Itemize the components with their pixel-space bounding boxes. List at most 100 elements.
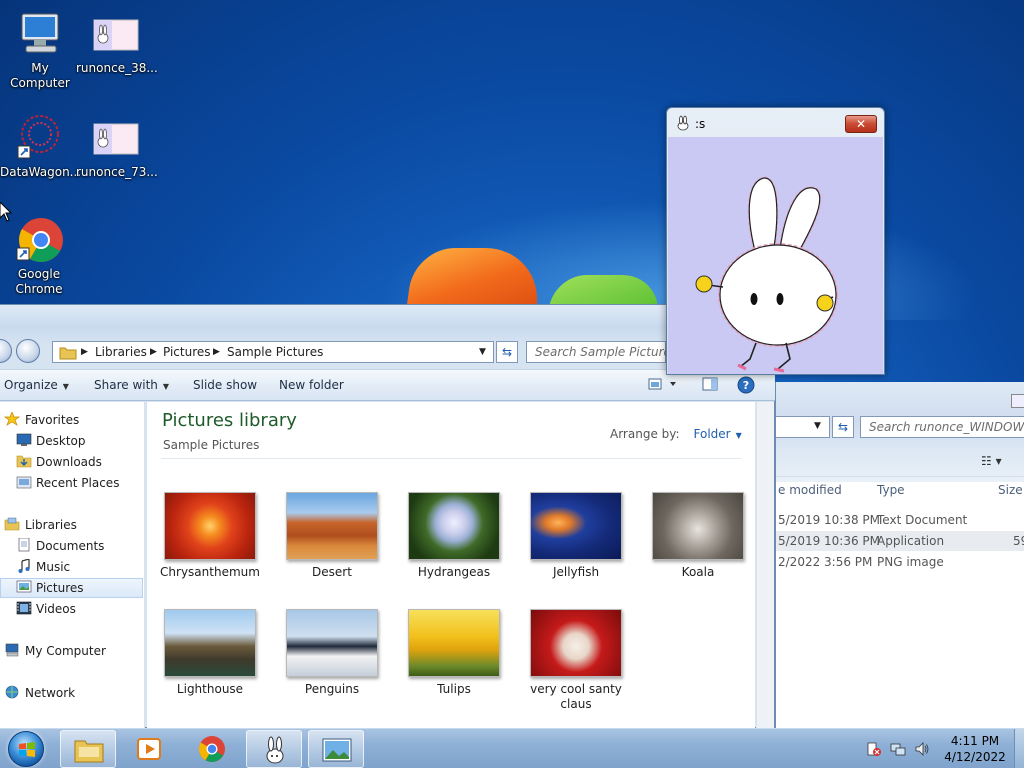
refresh-button[interactable]: ⇆ xyxy=(832,416,854,438)
nav-documents[interactable]: Documents xyxy=(0,536,143,556)
desktop-icon-label: My Computer xyxy=(10,61,70,90)
nav-pictures[interactable]: Pictures xyxy=(0,578,143,598)
bunny-window[interactable]: :s ✕ xyxy=(666,107,885,375)
breadcrumb-libraries[interactable]: Libraries xyxy=(95,345,147,359)
picture-item-very-cool-santy-claus[interactable]: very cool santy claus xyxy=(521,609,631,712)
picture-label: Penguins xyxy=(304,682,360,696)
taskbar: 4:11 PM 4/12/2022 xyxy=(0,728,1024,768)
column-type[interactable]: Type xyxy=(877,483,905,497)
picture-label: Jellyfish xyxy=(552,565,600,579)
desktop-icon-label: runonce_38... xyxy=(76,61,158,75)
close-button[interactable]: ✕ xyxy=(845,115,877,133)
videos-icon xyxy=(16,601,32,615)
vertical-scrollbar[interactable] xyxy=(756,402,774,728)
arrange-by-label: Arrange by: xyxy=(610,427,680,441)
picture-thumbnail xyxy=(286,492,378,560)
forward-button[interactable] xyxy=(16,339,40,363)
address-bar[interactable]: ▶ Libraries ▶ Pictures ▶ Sample Pictures… xyxy=(52,341,494,363)
desktop-icon-runonce-38[interactable]: runonce_38... xyxy=(76,10,158,76)
taskbar-bunny-button[interactable] xyxy=(246,730,302,768)
organize-menu[interactable]: Organize ▼ xyxy=(4,378,69,392)
taskbar-chrome-button[interactable] xyxy=(184,730,240,768)
taskbar-media-player-button[interactable] xyxy=(122,730,178,768)
file-row-type[interactable]: PNG image xyxy=(877,555,944,569)
desktop-icon-datawagon[interactable]: DataWagon... xyxy=(0,114,82,180)
desktop-icon-google-chrome[interactable]: Google Chrome xyxy=(0,216,78,297)
mouse-cursor-icon xyxy=(0,202,12,222)
column-date-modified[interactable]: e modified xyxy=(778,483,842,497)
network-icon[interactable] xyxy=(890,741,906,757)
nav-my-computer[interactable]: My Computer xyxy=(0,641,143,661)
file-row-date[interactable]: 5/2019 10:36 PM xyxy=(778,534,880,548)
file-row-date[interactable]: 5/2019 10:38 PM xyxy=(778,513,880,527)
breadcrumb-separator-icon: ▶ xyxy=(150,347,157,357)
file-row-size[interactable]: 59 xyxy=(1013,534,1024,548)
picture-item-jellyfish[interactable]: Jellyfish xyxy=(521,492,631,580)
breadcrumb-pictures[interactable]: Pictures xyxy=(163,345,211,359)
music-icon xyxy=(16,558,32,573)
media-player-icon xyxy=(137,738,161,760)
picture-item-hydrangeas[interactable]: Hydrangeas xyxy=(399,492,509,580)
help-icon[interactable]: ? xyxy=(737,376,755,397)
breadcrumb-sample-pictures[interactable]: Sample Pictures xyxy=(227,345,323,359)
action-center-icon[interactable] xyxy=(866,741,882,757)
explorer-window-runonce[interactable]: ▼ ⇆ Search runonce_WINDOWS ☷ ▾ e modifie… xyxy=(775,382,1024,728)
show-desktop-button[interactable] xyxy=(1014,729,1024,768)
desktop-icon-my-computer[interactable]: My Computer xyxy=(0,10,80,91)
search-input[interactable]: Search runonce_WINDOWS xyxy=(860,416,1024,438)
volume-icon[interactable] xyxy=(914,741,930,757)
taskbar-explorer-button[interactable] xyxy=(60,730,116,768)
start-button[interactable] xyxy=(8,731,44,767)
address-bar[interactable]: ▼ xyxy=(776,416,830,438)
picture-item-lighthouse[interactable]: Lighthouse xyxy=(155,609,265,697)
picture-item-tulips[interactable]: Tulips xyxy=(399,609,509,697)
nav-desktop[interactable]: Desktop xyxy=(0,431,143,451)
column-size[interactable]: Size xyxy=(998,483,1023,497)
file-row-date[interactable]: 2/2022 3:56 PM xyxy=(778,555,872,569)
nav-music[interactable]: Music xyxy=(0,557,143,577)
chevron-down-icon[interactable]: ▼ xyxy=(814,421,821,431)
picture-item-penguins[interactable]: Penguins xyxy=(277,609,387,697)
nav-recent-places[interactable]: Recent Places xyxy=(0,473,143,493)
preview-pane-icon[interactable] xyxy=(702,377,718,394)
breadcrumb-separator-icon: ▶ xyxy=(81,347,88,357)
change-view-icon[interactable] xyxy=(648,377,678,394)
divider xyxy=(161,458,741,459)
nav-favorites[interactable]: Favorites xyxy=(0,410,143,430)
search-input[interactable]: Search Sample Pictures xyxy=(526,341,677,363)
nav-libraries[interactable]: Libraries xyxy=(0,515,143,535)
system-clock[interactable]: 4:11 PM 4/12/2022 xyxy=(940,733,1010,765)
back-button[interactable] xyxy=(0,339,12,363)
clock-date: 4/12/2022 xyxy=(944,750,1006,764)
view-options-icon[interactable]: ☷ ▾ xyxy=(981,454,1002,468)
picture-item-koala[interactable]: Koala xyxy=(643,492,753,580)
search-placeholder: Search runonce_WINDOWS xyxy=(869,420,1024,434)
share-with-menu[interactable]: Share with ▼ xyxy=(94,378,169,392)
taskbar-photo-viewer-button[interactable] xyxy=(308,730,364,768)
arrange-by[interactable]: Arrange by: Folder ▼ xyxy=(610,427,742,441)
new-folder-button[interactable]: New folder xyxy=(279,378,344,392)
desktop-icon-runonce-73[interactable]: runonce_73... xyxy=(76,114,158,180)
picture-item-desert[interactable]: Desert xyxy=(277,492,387,580)
desktop-icon-label: DataWagon... xyxy=(0,165,82,179)
picture-thumbnail xyxy=(408,609,500,677)
chevron-down-icon[interactable]: ▼ xyxy=(479,347,486,357)
picture-item-chrysanthemum[interactable]: Chrysanthemum xyxy=(155,492,265,580)
bunny-illustration xyxy=(695,176,838,373)
chevron-down-icon[interactable]: ▼ xyxy=(736,431,742,440)
chevron-down-icon: ▼ xyxy=(62,382,69,391)
window-control-icon[interactable] xyxy=(1011,394,1024,408)
nav-videos[interactable]: Videos xyxy=(0,599,143,619)
slide-show-button[interactable]: Slide show xyxy=(193,378,257,392)
picture-label: Desert xyxy=(312,565,352,579)
file-row-type[interactable]: Application xyxy=(877,534,944,548)
explorer-window-pictures[interactable]: ▶ Libraries ▶ Pictures ▶ Sample Pictures… xyxy=(0,304,775,728)
network-icon xyxy=(4,685,20,699)
window-title: :s xyxy=(695,117,706,131)
picture-label: Koala xyxy=(681,565,715,579)
arrange-by-value[interactable]: Folder xyxy=(694,427,731,441)
refresh-button[interactable]: ⇆ xyxy=(496,341,518,363)
file-row-type[interactable]: Text Document xyxy=(877,513,967,527)
nav-downloads[interactable]: Downloads xyxy=(0,452,143,472)
nav-network[interactable]: Network xyxy=(0,683,143,703)
